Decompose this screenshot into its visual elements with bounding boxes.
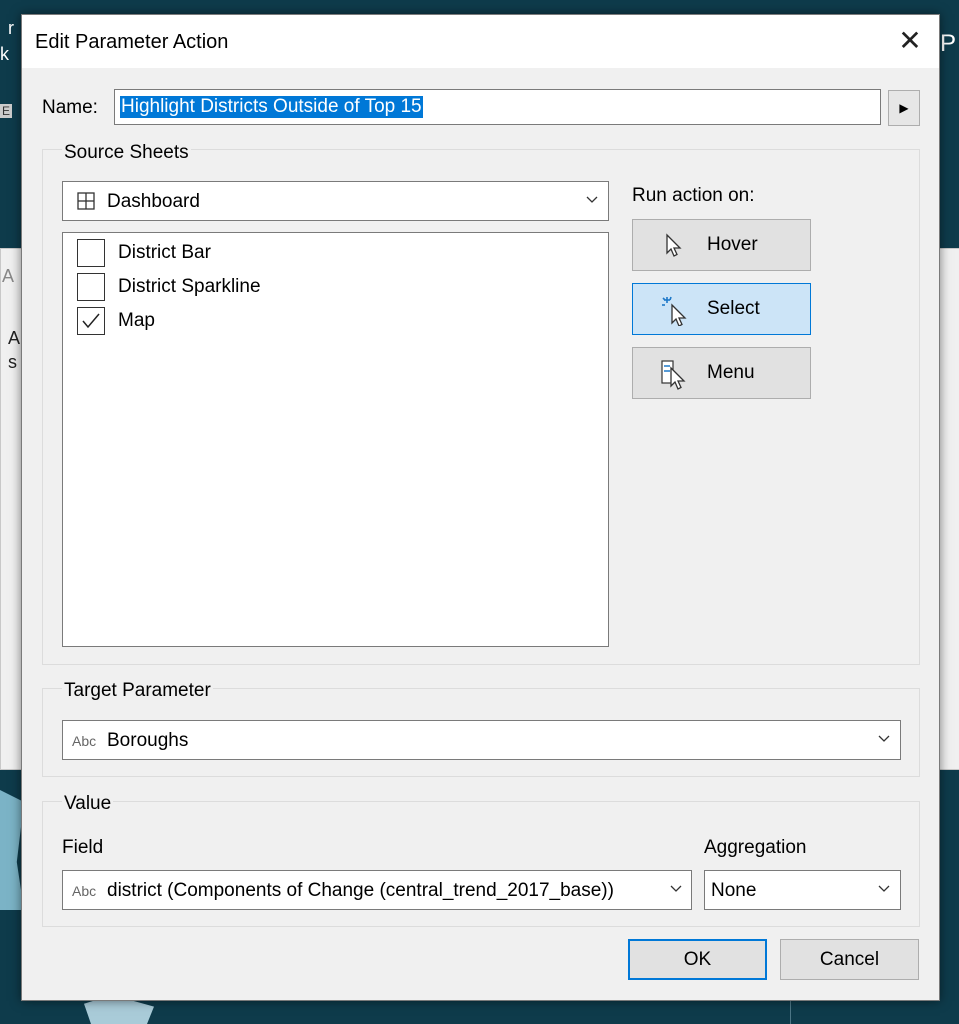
aggregation-value: None [711, 880, 757, 901]
checkbox-district-sparkline[interactable] [77, 273, 105, 301]
background-text-fragment: s [8, 352, 17, 372]
source-sheet-dropdown[interactable]: Dashboard [62, 181, 609, 221]
cursor-click-icon [661, 296, 687, 331]
background-text-fragment: P [940, 30, 957, 57]
run-on-menu-button[interactable]: Menu [632, 347, 811, 399]
chevron-down-icon [877, 731, 891, 750]
cursor-icon [661, 232, 683, 263]
ok-button[interactable]: OK [628, 939, 767, 980]
cancel-button[interactable]: Cancel [780, 939, 919, 980]
background-text-fragment: k [0, 44, 9, 64]
insert-field-button[interactable]: ▶ [888, 90, 920, 126]
sheet-item-label: District Bar [118, 242, 211, 263]
close-icon[interactable]: ✕ [892, 23, 928, 59]
name-label: Name: [42, 97, 98, 118]
sheet-item-label: District Sparkline [118, 276, 261, 297]
checkbox-district-bar[interactable] [77, 239, 105, 267]
edit-parameter-action-dialog: Edit Parameter Action ✕ Name: Highlight … [21, 14, 940, 1001]
field-value: district (Components of Change (central_… [107, 880, 614, 901]
target-parameter-value: Boroughs [107, 730, 189, 751]
background-text-fragment: E [0, 104, 13, 118]
chevron-down-icon [669, 881, 683, 900]
hover-label: Hover [707, 234, 758, 255]
dialog-title: Edit Parameter Action [35, 31, 229, 53]
field-label: Field [62, 837, 104, 858]
field-dropdown[interactable]: Abc district (Components of Change (cent… [62, 870, 692, 910]
aggregation-label: Aggregation [704, 837, 807, 858]
name-input-value: Highlight Districts Outside of Top 15 [120, 96, 423, 118]
background-divider [790, 998, 791, 1024]
grid-icon [77, 192, 95, 215]
abc-type-icon: Abc [72, 883, 97, 899]
title-bar: Edit Parameter Action ✕ [22, 15, 939, 68]
chevron-down-icon [877, 881, 891, 900]
source-sheets-label: Source Sheets [62, 142, 191, 164]
checkbox-map[interactable] [77, 307, 105, 335]
menu-label: Menu [707, 362, 755, 383]
run-on-hover-button[interactable]: Hover [632, 219, 811, 271]
select-label: Select [707, 298, 760, 319]
abc-type-icon: Abc [72, 733, 97, 749]
sheet-list: District Bar District Sparkline Map [62, 232, 609, 647]
aggregation-dropdown[interactable]: None [704, 870, 901, 910]
checkmark-icon [82, 313, 100, 329]
run-action-label: Run action on: [632, 185, 755, 206]
run-on-select-button[interactable]: Select [632, 283, 811, 335]
name-input[interactable]: Highlight Districts Outside of Top 15 [114, 89, 881, 125]
target-parameter-label: Target Parameter [62, 680, 213, 702]
background-text-fragment: A [2, 266, 15, 286]
sheet-item-label: Map [118, 310, 155, 331]
target-parameter-dropdown[interactable]: Abc Boroughs [62, 720, 901, 760]
cursor-menu-icon [661, 360, 687, 395]
value-group-label: Value [62, 793, 114, 815]
chevron-down-icon [585, 192, 599, 211]
background-text-fragment: r [8, 18, 14, 38]
background-text-fragment: A [8, 328, 21, 348]
source-sheet-value: Dashboard [107, 191, 200, 212]
